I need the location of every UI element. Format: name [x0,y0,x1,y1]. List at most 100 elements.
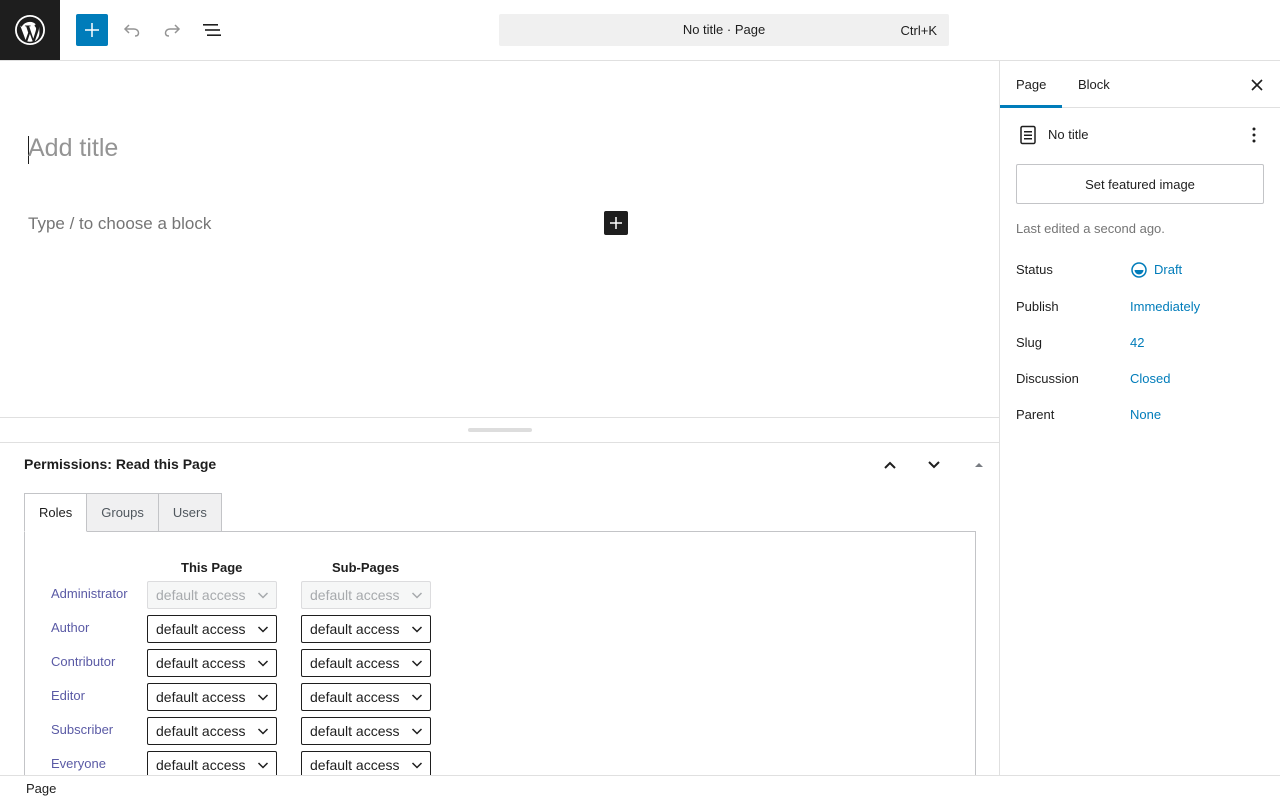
more-vertical-icon[interactable] [1242,123,1266,147]
this-page-select[interactable]: default access [147,615,277,643]
column-header-this-page: This Page [181,560,243,575]
tab-page[interactable]: Page [1000,61,1062,108]
set-featured-image-button[interactable]: Set featured image [1016,164,1264,204]
toggle-block-inserter-button[interactable] [76,14,108,46]
permissions-tabs: Roles Groups Users [24,493,222,532]
chevron-down-icon [410,724,424,741]
select-value: default access [310,587,400,603]
breadcrumb-item[interactable]: Page [26,781,56,796]
discussion-row: Discussion Closed [1016,369,1266,389]
role-label[interactable]: Contributor [51,654,115,669]
paragraph-block-placeholder[interactable]: Type / to choose a block [28,214,211,234]
sub-pages-select[interactable]: default access [301,683,431,711]
chevron-down-icon [256,724,270,741]
select-value: default access [156,757,246,773]
chevron-up-icon [884,461,896,469]
sub-pages-select[interactable]: default access [301,751,431,775]
select-value: default access [156,723,246,739]
settings-sidebar: Page Block No title Set featured image L… [999,61,1280,775]
document-title-label: No title [1048,127,1089,142]
select-value: default access [156,689,246,705]
discussion-value-button[interactable]: Closed [1130,371,1170,386]
select-value: default access [310,621,400,637]
plus-icon [610,217,622,229]
this-page-select[interactable]: default access [147,649,277,677]
redo-icon [164,24,181,37]
select-value: default access [310,723,400,739]
plus-icon [85,23,99,37]
role-label[interactable]: Subscriber [51,722,113,737]
chevron-down-icon [256,690,270,707]
column-header-sub-pages: Sub-Pages [332,560,400,575]
select-value: default access [310,655,400,671]
list-view-icon [203,24,221,36]
parent-label: Parent [1016,407,1055,422]
sidebar-tabs: Page Block [1000,61,1280,108]
parent-row: Parent None [1016,405,1266,425]
permissions-metabox: Permissions: Read this Page Roles Groups… [0,443,999,775]
parent-value-button[interactable]: None [1130,407,1161,422]
tab-roles[interactable]: Roles [24,493,88,532]
block-breadcrumb-bar: Page [0,775,1280,800]
chevron-down-icon [256,758,270,775]
publish-row: Publish Immediately [1016,297,1266,317]
sub-pages-select[interactable]: default access [301,649,431,677]
shortcut-hint: Ctrl+K [900,23,937,38]
editor-canvas: Add title Type / to choose a block [0,61,999,418]
roles-panel: This Page Sub-Pages Administrator default… [24,531,976,775]
page-icon [1020,125,1036,145]
wordpress-icon [15,15,45,45]
select-value: default access [156,587,246,603]
move-down-button[interactable] [918,451,950,479]
editor-header: No title · Page Ctrl+K [0,0,1280,61]
last-edited-text: Last edited a second ago. [1016,221,1165,236]
sub-pages-select: default access [301,581,431,609]
inline-block-inserter-button[interactable] [604,211,628,235]
discussion-label: Discussion [1016,371,1079,386]
chevron-down-icon [928,461,940,469]
chevron-down-icon [410,690,424,707]
role-label[interactable]: Editor [51,688,85,703]
chevron-down-icon [410,622,424,639]
redo-button[interactable] [156,14,188,46]
publish-value-button[interactable]: Immediately [1130,299,1200,314]
resize-handle[interactable] [468,428,532,432]
close-icon [1251,79,1263,91]
caret-up-icon [975,463,983,467]
metabox-resize-bar [0,417,999,443]
undo-icon [123,24,140,37]
document-overview-button[interactable] [196,14,228,46]
this-page-select[interactable]: default access [147,717,277,745]
tab-block[interactable]: Block [1062,61,1126,108]
command-palette-bar[interactable]: No title · Page Ctrl+K [499,14,949,46]
wordpress-logo-button[interactable] [0,0,60,60]
chevron-down-icon [410,656,424,673]
chevron-down-icon [256,622,270,639]
this-page-select: default access [147,581,277,609]
sub-pages-select[interactable]: default access [301,615,431,643]
draft-status-icon [1131,262,1147,278]
role-label[interactable]: Administrator [51,586,128,601]
chevron-down-icon [410,588,424,605]
role-label[interactable]: Everyone [51,756,106,771]
post-title-input[interactable]: Add title [28,134,118,163]
role-label[interactable]: Author [51,620,89,635]
slug-row: Slug 42 [1016,333,1266,353]
this-page-select[interactable]: default access [147,751,277,775]
tab-users[interactable]: Users [157,493,222,532]
status-row: Status Draft [1016,260,1266,280]
this-page-select[interactable]: default access [147,683,277,711]
select-value: default access [156,621,246,637]
undo-button[interactable] [116,14,148,46]
chevron-down-icon [410,758,424,775]
tab-groups[interactable]: Groups [86,493,159,532]
close-settings-button[interactable] [1245,73,1269,97]
select-value: default access [310,689,400,705]
document-title: No title · Page [682,22,766,37]
slug-value-button[interactable]: 42 [1130,335,1144,350]
status-value-button[interactable]: Draft [1154,262,1182,277]
status-label: Status [1016,262,1053,277]
toggle-panel-button[interactable] [963,451,995,479]
sub-pages-select[interactable]: default access [301,717,431,745]
move-up-button[interactable] [874,451,906,479]
